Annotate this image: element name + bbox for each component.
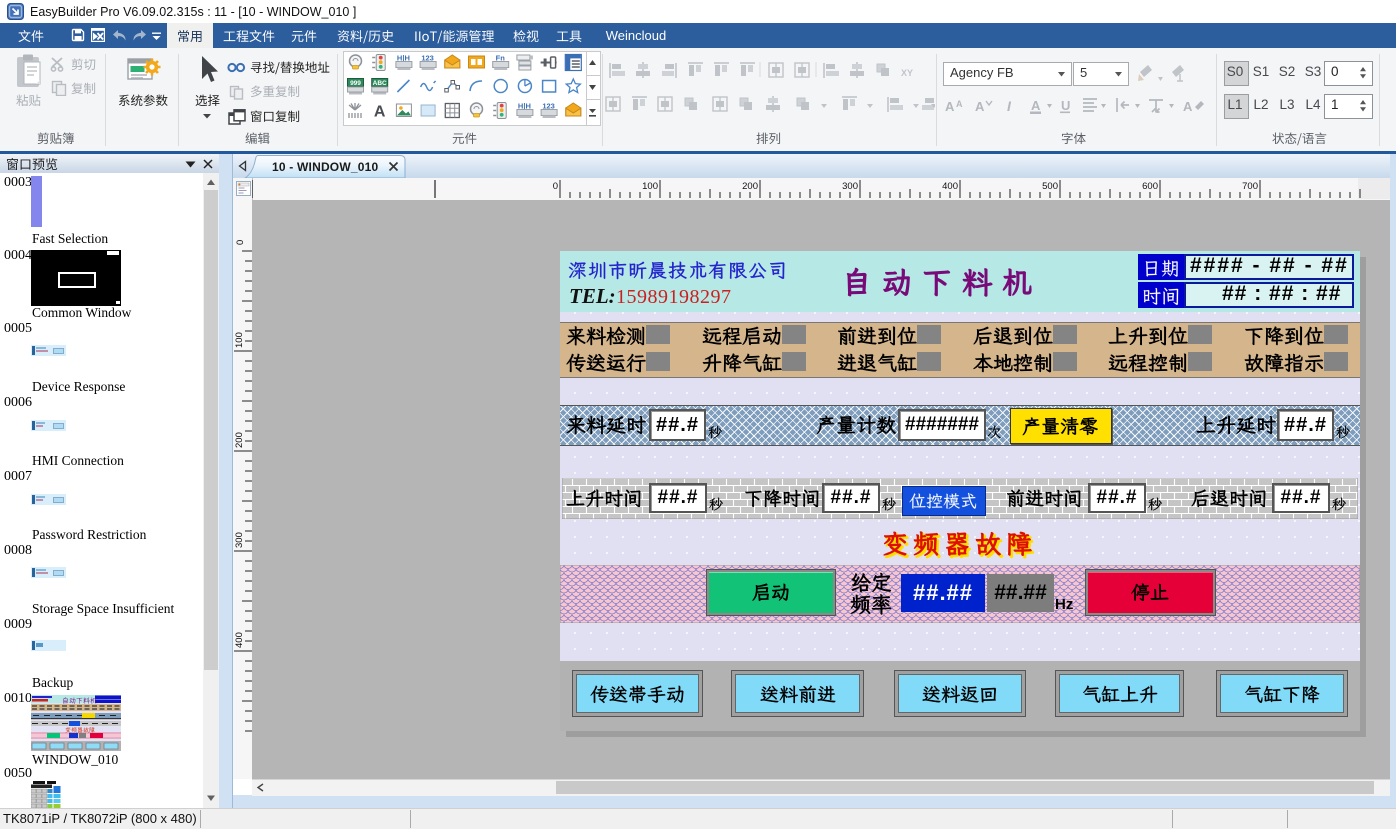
svg-text:0: 0: [553, 181, 558, 192]
svg-text:0: 0: [235, 240, 246, 245]
svg-text:I: I: [1007, 98, 1012, 114]
svg-text:999: 999: [350, 80, 361, 87]
svg-text:400: 400: [942, 181, 958, 192]
svg-text:300: 300: [234, 532, 245, 548]
svg-text:A: A: [1031, 98, 1041, 113]
svg-text:400: 400: [234, 632, 245, 648]
svg-text:A: A: [374, 104, 386, 121]
svg-text:600: 600: [1142, 181, 1158, 192]
svg-text:ABC: ABC: [373, 80, 387, 87]
svg-text:U: U: [1061, 98, 1070, 113]
svg-text:200: 200: [742, 181, 758, 192]
svg-text:XY: XY: [901, 68, 913, 78]
svg-text:100: 100: [234, 332, 245, 348]
svg-text:A: A: [1183, 99, 1193, 114]
svg-text:A: A: [975, 99, 985, 114]
svg-text:700: 700: [1242, 181, 1258, 192]
svg-text:200: 200: [234, 432, 245, 448]
svg-text:A: A: [956, 99, 963, 109]
svg-text:500: 500: [1042, 181, 1058, 192]
svg-text:100: 100: [642, 181, 658, 192]
svg-text:300: 300: [842, 181, 858, 192]
svg-text:A: A: [945, 99, 955, 114]
